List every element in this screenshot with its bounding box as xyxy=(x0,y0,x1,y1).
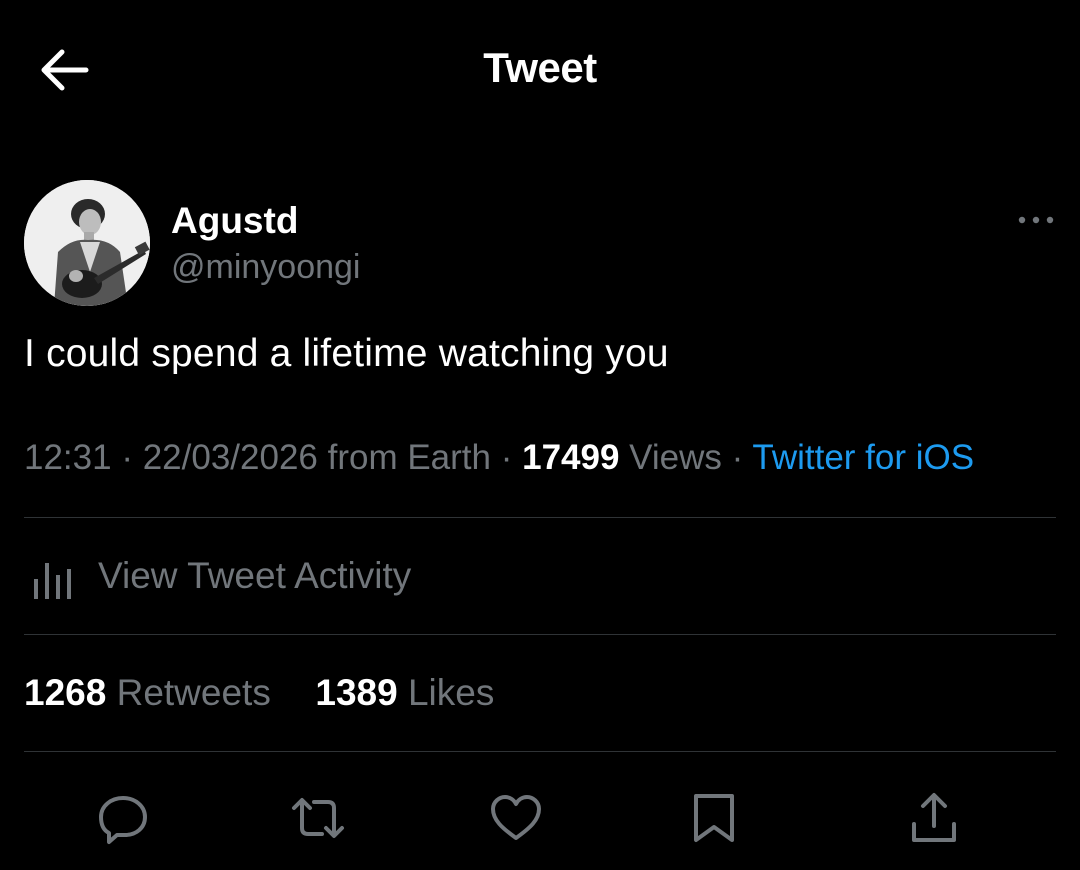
tweet-time: 12:31 xyxy=(24,438,112,477)
bar-chart-icon xyxy=(34,563,71,599)
bookmark-icon xyxy=(694,794,734,842)
tweet-detail-page: Tweet Agustd @minyoongi I could spend a … xyxy=(0,0,1080,870)
retweet-button[interactable] xyxy=(290,790,346,846)
view-tweet-activity-label: View Tweet Activity xyxy=(98,555,412,596)
share-button[interactable] xyxy=(906,790,962,846)
divider xyxy=(24,634,1056,635)
divider xyxy=(24,517,1056,518)
tweet-text: I could spend a lifetime watching you xyxy=(24,332,669,375)
avatar[interactable] xyxy=(24,180,150,306)
engagement-stats: 1268 Retweets 1389 Likes xyxy=(24,672,494,714)
tweet-action-bar xyxy=(0,780,1080,860)
retweets-stat[interactable]: 1268 Retweets xyxy=(24,672,271,713)
tweet-metadata: 12:31 · 22/03/2026 from Earth · 17499 Vi… xyxy=(24,438,974,478)
tweet-source-link[interactable]: Twitter for iOS xyxy=(752,438,974,477)
top-bar: Tweet xyxy=(0,0,1080,140)
meta-separator: · xyxy=(721,438,753,477)
meta-separator: · xyxy=(491,438,523,477)
more-horizontal-icon xyxy=(1018,216,1054,224)
tweet-location: from Earth xyxy=(327,438,491,477)
tweet-author: Agustd @minyoongi xyxy=(24,180,1056,306)
share-icon xyxy=(912,793,956,842)
retweet-icon xyxy=(292,798,344,838)
tweet-date: 22/03/2026 xyxy=(142,438,318,477)
likes-label: Likes xyxy=(407,672,495,713)
views-count: 17499 xyxy=(522,438,620,477)
likes-count: 1389 xyxy=(315,672,398,713)
reply-icon xyxy=(99,796,147,844)
author-display-name[interactable]: Agustd xyxy=(171,200,298,242)
reply-button[interactable] xyxy=(95,790,151,846)
more-options-button[interactable] xyxy=(1016,208,1056,232)
retweets-label: Retweets xyxy=(116,672,271,713)
views-label: Views xyxy=(629,438,722,477)
page-title: Tweet xyxy=(483,44,597,91)
like-button[interactable] xyxy=(488,790,544,846)
divider xyxy=(24,751,1056,752)
heart-icon xyxy=(491,795,541,840)
meta-separator: · xyxy=(111,438,143,477)
retweets-count: 1268 xyxy=(24,672,107,713)
likes-stat[interactable]: 1389 Likes xyxy=(315,672,494,713)
author-handle[interactable]: @minyoongi xyxy=(171,248,361,287)
bookmark-button[interactable] xyxy=(686,790,742,846)
avatar-photo xyxy=(24,180,150,306)
